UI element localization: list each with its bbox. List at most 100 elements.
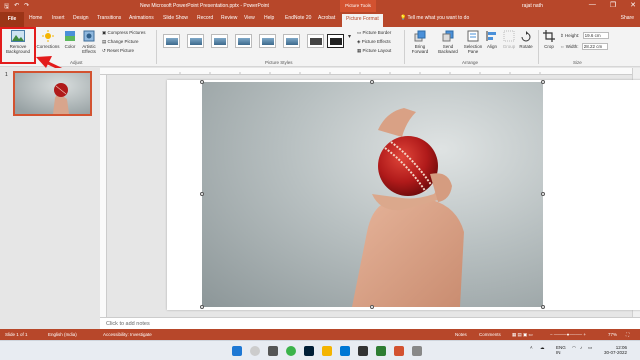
width-field[interactable]: ⇔ Width: 28.22 cm xyxy=(560,43,608,50)
ribbon-tabs: File Home Insert Design Transitions Anim… xyxy=(0,12,640,27)
change-picture-button[interactable]: ▤ Change Picture xyxy=(102,39,139,45)
save-icon[interactable]: 🖫 xyxy=(4,2,9,12)
align-button[interactable]: Align xyxy=(484,30,500,49)
picture-style-4[interactable] xyxy=(235,34,252,48)
sun-icon xyxy=(42,30,54,42)
picture-style-8[interactable] xyxy=(327,34,344,48)
tab-transitions[interactable]: Transitions xyxy=(97,15,121,21)
tab-slide-show[interactable]: Slide Show xyxy=(163,15,188,21)
resize-handle-right[interactable] xyxy=(541,192,545,196)
user-name[interactable]: rajat nath xyxy=(522,3,543,9)
minimize-button[interactable]: — xyxy=(589,1,596,9)
notes-pane[interactable]: Click to add notes xyxy=(100,317,640,329)
picture-effects-button[interactable]: ◈ Picture Effects xyxy=(357,39,391,45)
corrections-button[interactable]: Corrections xyxy=(36,30,60,49)
language-indicator[interactable]: English (India) xyxy=(48,332,77,337)
edge-icon[interactable] xyxy=(340,346,350,356)
artistic-effects-button[interactable]: Artistic Effects xyxy=(79,30,99,54)
resize-handle-top-left[interactable] xyxy=(200,80,204,84)
tab-picture-format[interactable]: Picture Format xyxy=(342,14,383,27)
share-button[interactable]: Share xyxy=(621,15,634,21)
tab-review[interactable]: Review xyxy=(221,15,237,21)
selection-pane-button[interactable]: Selection Pane xyxy=(462,30,484,54)
search-icon[interactable] xyxy=(250,346,260,356)
photoshop-icon[interactable] xyxy=(304,346,314,356)
picture-border-button[interactable]: ▭ Picture Border xyxy=(357,30,391,36)
misc-app-icon[interactable] xyxy=(412,346,422,356)
tell-me-search[interactable]: 💡 Tell me what you want to do xyxy=(400,15,469,21)
picture-style-7[interactable] xyxy=(307,34,324,48)
gallery-more-icon[interactable]: ▾ xyxy=(348,33,351,40)
slide-editor xyxy=(100,68,640,317)
group-divider xyxy=(404,30,405,64)
height-input[interactable]: 19.6 cm xyxy=(582,32,609,39)
close-button[interactable]: ✕ xyxy=(630,1,636,9)
resize-handle-bottom-right[interactable] xyxy=(541,305,545,309)
tab-file[interactable]: File xyxy=(0,12,24,27)
resize-handle-left[interactable] xyxy=(200,192,204,196)
restore-button[interactable]: ❐ xyxy=(610,1,616,9)
tab-endnote[interactable]: EndNote 20 xyxy=(285,15,311,21)
powerpoint-icon[interactable] xyxy=(394,346,404,356)
width-input[interactable]: 28.22 cm xyxy=(581,43,608,50)
zoom-level[interactable]: 77% xyxy=(608,332,617,337)
tab-record[interactable]: Record xyxy=(197,15,213,21)
slide-thumbnails-pane: 1 xyxy=(0,68,100,329)
comments-toggle[interactable]: Comments xyxy=(479,332,501,337)
resize-handle-top[interactable] xyxy=(370,80,374,84)
tab-animations[interactable]: Animations xyxy=(129,15,154,21)
clock[interactable]: 12:06 30-07-2022 xyxy=(604,345,627,355)
adjust-group-label: Adjust xyxy=(70,60,83,65)
battery-icon[interactable]: ▭ xyxy=(588,345,592,351)
undo-icon[interactable]: ↶ xyxy=(14,2,19,12)
fit-slide-icon[interactable]: ⛶ xyxy=(626,332,629,337)
checklist-app-icon[interactable] xyxy=(376,346,386,356)
picture-style-2[interactable] xyxy=(187,34,204,48)
picture-style-5[interactable] xyxy=(259,34,276,48)
notes-toggle[interactable]: Notes xyxy=(455,332,467,337)
slide-canvas[interactable] xyxy=(167,80,640,310)
picture-style-1[interactable] xyxy=(163,34,180,48)
tab-design[interactable]: Design xyxy=(73,15,89,21)
chrome-icon[interactable] xyxy=(286,346,296,356)
tab-home[interactable]: Home xyxy=(29,15,42,21)
language-switcher[interactable]: ENG IN xyxy=(556,345,566,355)
lightbulb-icon: 💡 xyxy=(400,15,408,21)
rotate-button[interactable]: Rotate xyxy=(517,30,535,49)
wifi-icon[interactable]: ◠ xyxy=(572,345,576,351)
cloud-icon[interactable]: ☁ xyxy=(540,345,545,351)
color-button[interactable]: Color xyxy=(62,30,78,49)
zoom-slider[interactable]: − ────●──── + xyxy=(550,332,586,337)
file-explorer-icon[interactable] xyxy=(322,346,332,356)
picture-style-3[interactable] xyxy=(211,34,228,48)
picture-style-6[interactable] xyxy=(283,34,300,48)
resize-handle-top-right[interactable] xyxy=(541,80,545,84)
task-view-icon[interactable] xyxy=(268,346,278,356)
tab-help[interactable]: Help xyxy=(264,15,274,21)
picture-layout-button[interactable]: ▦ Picture Layout xyxy=(357,48,391,54)
tray-chevron-icon[interactable]: ˄ xyxy=(530,345,533,350)
group-icon xyxy=(503,30,515,42)
tab-insert[interactable]: Insert xyxy=(52,15,65,21)
redo-icon[interactable]: ↷ xyxy=(24,2,29,12)
crop-button[interactable]: Crop xyxy=(541,30,557,49)
cricket-ball-photo[interactable] xyxy=(202,82,543,307)
resize-handle-bottom[interactable] xyxy=(370,305,374,309)
tab-acrobat[interactable]: Acrobat xyxy=(318,15,335,21)
slide-thumbnail[interactable] xyxy=(13,71,92,116)
store-icon[interactable] xyxy=(358,346,368,356)
compress-pictures-button[interactable]: ▣ Compress Pictures xyxy=(102,30,146,36)
start-icon[interactable] xyxy=(232,346,242,356)
view-buttons[interactable]: ▦ ▤ ▣ ▭ xyxy=(512,332,533,338)
bring-forward-button[interactable]: Bring Forward xyxy=(407,30,433,54)
tab-view[interactable]: View xyxy=(244,15,255,21)
resize-handle-bottom-left[interactable] xyxy=(200,305,204,309)
quick-access-toolbar: 🖫 ↶ ↷ xyxy=(4,2,29,12)
artistic-effects-icon xyxy=(83,30,95,42)
accessibility-status[interactable]: Accessibility: Investigate xyxy=(103,332,152,337)
send-backward-button[interactable]: Send Backward xyxy=(434,30,462,54)
volume-icon[interactable]: ♪ xyxy=(580,345,582,350)
group-button[interactable]: Group xyxy=(501,30,517,49)
height-field[interactable]: ⇕ Height: 19.6 cm xyxy=(560,32,609,39)
reset-picture-button[interactable]: ↺ Reset Picture xyxy=(102,48,134,54)
